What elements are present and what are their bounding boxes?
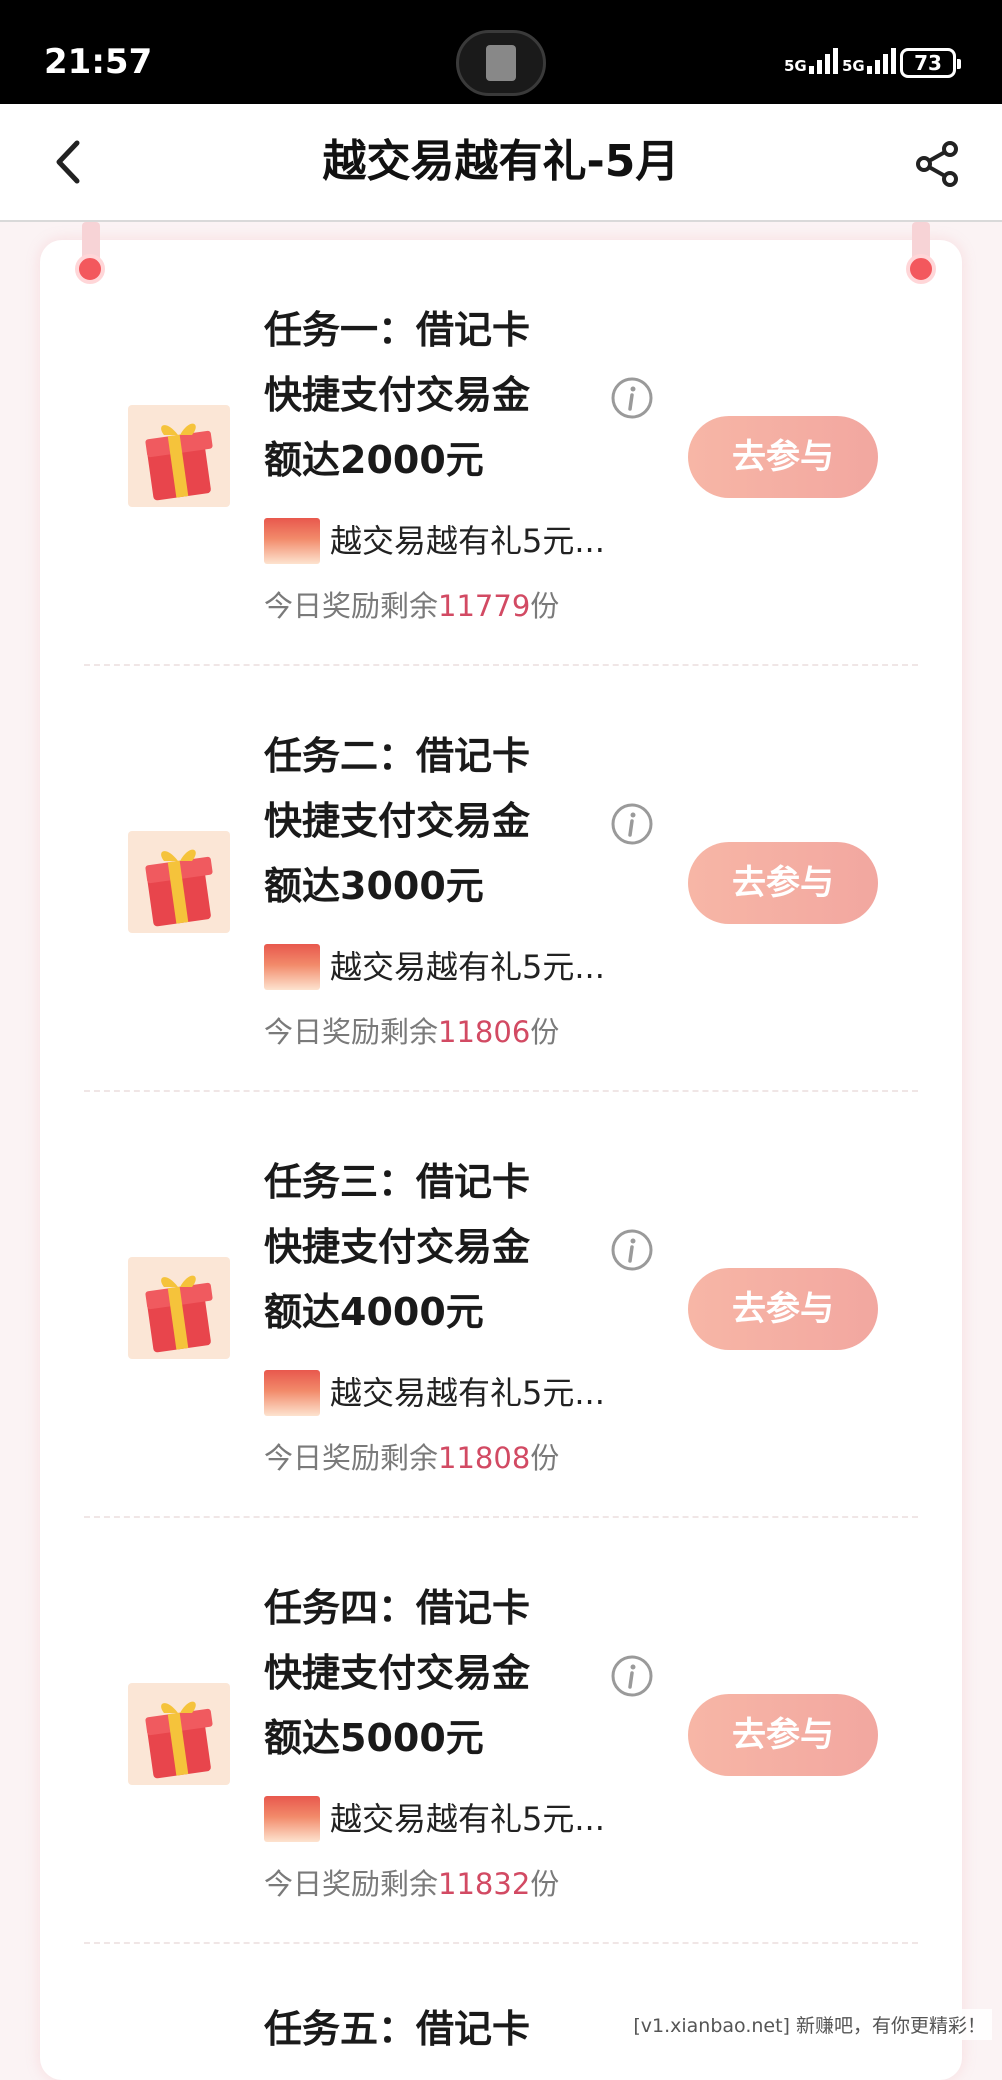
info-icon[interactable] [610, 376, 654, 420]
gift-box-icon [128, 1683, 230, 1785]
task-title-line: 任务五：借记卡 [264, 2004, 530, 2054]
gift-box-icon [128, 405, 230, 507]
reward-text: 越交易越有礼5元... [330, 518, 605, 564]
remaining-count: 今日奖励剩余11832份 [264, 1864, 559, 1904]
task-title-line: 任务三：借记卡 [264, 1150, 594, 1215]
reward-row: 越交易越有礼5元... [264, 1370, 605, 1416]
gift-box-icon [128, 831, 230, 933]
task-title-line: 任务二：借记卡 [264, 724, 594, 789]
coupon-thumbnail [264, 1796, 320, 1842]
status-bar: 21:57 5G 5G 73 [0, 0, 1002, 104]
reward-text: 越交易越有礼5元... [330, 944, 605, 990]
task-title-line: 快捷支付交易金 [264, 789, 594, 854]
status-time: 21:57 [44, 42, 152, 82]
remaining-number: 11779 [438, 589, 530, 623]
info-icon[interactable] [610, 1228, 654, 1272]
task-item: 任务一：借记卡 快捷支付交易金 额达2000元 去参与 越交易越有礼5元... … [40, 240, 962, 666]
share-button[interactable] [910, 136, 966, 192]
remaining-count: 今日奖励剩余11806份 [264, 1012, 559, 1052]
remaining-number: 11808 [438, 1441, 530, 1475]
task-item: 任务二：借记卡 快捷支付交易金 额达3000元 去参与 越交易越有礼5元... … [40, 666, 962, 1092]
info-icon[interactable] [610, 802, 654, 846]
share-icon [914, 140, 962, 188]
task-title-line: 快捷支付交易金 [264, 363, 594, 428]
nav-bar: 越交易越有礼-5月 [0, 104, 1002, 222]
remaining-count: 今日奖励剩余11779份 [264, 586, 559, 626]
info-icon[interactable] [610, 1654, 654, 1698]
reward-text: 越交易越有礼5元... [330, 1796, 605, 1842]
task-item: 任务四：借记卡 快捷支付交易金 额达5000元 去参与 越交易越有礼5元... … [40, 1518, 962, 1944]
task-item: 任务三：借记卡 快捷支付交易金 额达4000元 去参与 越交易越有礼5元... … [40, 1092, 962, 1518]
task-title-line: 额达2000元 [264, 428, 594, 493]
join-button[interactable]: 去参与 [688, 1694, 878, 1776]
signal-2-icon: 5G [842, 48, 896, 74]
coupon-thumbnail [264, 1370, 320, 1416]
task-title-line: 额达3000元 [264, 854, 594, 919]
task-title-line: 快捷支付交易金 [264, 1215, 594, 1280]
join-button[interactable]: 去参与 [688, 842, 878, 924]
task-title-line: 任务四：借记卡 [264, 1576, 594, 1641]
reward-row: 越交易越有礼5元... [264, 1796, 605, 1842]
watermark: [v1.xianbao.net] 新赚吧，有你更精彩！ [627, 2009, 992, 2040]
remaining-number: 11832 [438, 1867, 530, 1901]
camera-cutout [456, 30, 546, 96]
coupon-thumbnail [264, 518, 320, 564]
task-title-line: 任务一：借记卡 [264, 298, 594, 363]
reward-text: 越交易越有礼5元... [330, 1370, 605, 1416]
task-title-line: 额达5000元 [264, 1706, 594, 1771]
task-title-line: 快捷支付交易金 [264, 1641, 594, 1706]
remaining-count: 今日奖励剩余11808份 [264, 1438, 559, 1478]
page-title: 越交易越有礼-5月 [0, 134, 1002, 190]
join-button[interactable]: 去参与 [688, 416, 878, 498]
battery-icon: 73 [900, 48, 956, 78]
network-type-2: 5G [842, 58, 865, 74]
signal-1-icon: 5G [784, 48, 838, 74]
remaining-number: 11806 [438, 1015, 530, 1049]
task-title-line: 额达4000元 [264, 1280, 594, 1345]
coupon-thumbnail [264, 944, 320, 990]
join-button[interactable]: 去参与 [688, 1268, 878, 1350]
network-type-1: 5G [784, 58, 807, 74]
reward-row: 越交易越有礼5元... [264, 944, 605, 990]
gift-box-icon [128, 1257, 230, 1359]
reward-row: 越交易越有礼5元... [264, 518, 605, 564]
divider [84, 1942, 918, 1944]
